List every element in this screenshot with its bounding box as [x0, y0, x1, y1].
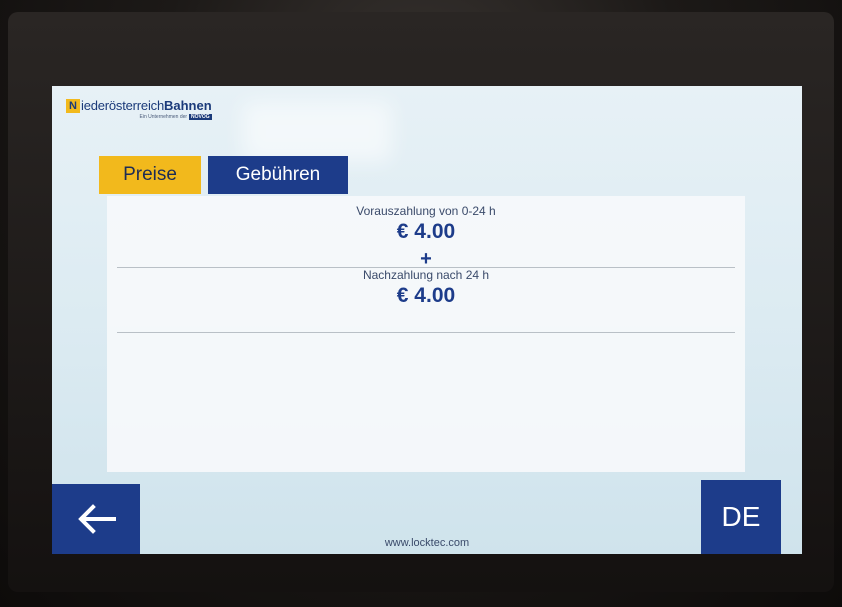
fees-panel: Vorauszahlung von 0-24 h € 4.00 + Nachza… [107, 196, 745, 472]
postpay-price: € 4.00 [396, 284, 456, 307]
tab-preise[interactable]: Preise [99, 156, 201, 194]
touch-screen: N iederösterreich Bahnen Ein Unternehmen… [52, 86, 802, 554]
prepay-label: Vorauszahlung von 0-24 h [356, 204, 496, 218]
logo-subtitle: Ein Unternehmen der [139, 114, 188, 120]
tab-gebuehren[interactable]: Gebühren [208, 156, 348, 194]
logo-text-bold: Bahnen [164, 98, 212, 113]
screen-glare [242, 102, 392, 162]
logo-sub-brand: NÖVOG [189, 114, 212, 120]
postpay-label: Nachzahlung nach 24 h [362, 268, 490, 282]
divider [117, 332, 735, 333]
prepay-price: € 4.00 [396, 220, 456, 243]
brand-logo: N iederösterreich Bahnen Ein Unternehmen… [66, 98, 212, 120]
arrow-left-icon [78, 504, 116, 534]
footer-url: www.locktec.com [384, 537, 470, 549]
logo-n-icon: N [66, 98, 80, 113]
logo-text: iederösterreich [81, 98, 164, 113]
